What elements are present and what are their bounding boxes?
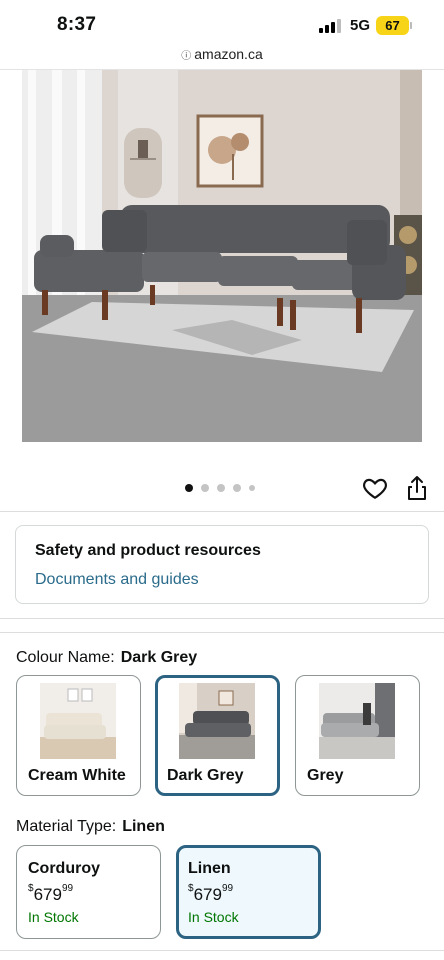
carousel-dot[interactable] bbox=[201, 484, 209, 492]
material-label: Material Type: Linen bbox=[16, 818, 165, 836]
colour-option-label: Dark Grey bbox=[167, 767, 244, 784]
wishlist-heart-icon[interactable] bbox=[362, 475, 388, 501]
divider bbox=[0, 950, 444, 951]
price-whole: 679 bbox=[33, 885, 62, 904]
battery-tip bbox=[410, 22, 412, 29]
colour-option-label: Cream White bbox=[28, 767, 126, 784]
carousel-dot[interactable] bbox=[233, 484, 241, 492]
divider bbox=[0, 511, 444, 512]
material-selected-value: Linen bbox=[122, 818, 165, 835]
status-bar: 8:37 5G 67 bbox=[0, 0, 444, 44]
signal-icon bbox=[319, 19, 341, 33]
material-option-corduroy[interactable]: Corduroy $67999 In Stock bbox=[16, 845, 161, 939]
url-text: amazon.ca bbox=[194, 46, 263, 62]
material-option-label: Linen bbox=[188, 860, 231, 877]
safety-resources-card: Safety and product resources Documents a… bbox=[15, 525, 429, 604]
price-currency: $ bbox=[28, 883, 34, 894]
share-icon[interactable] bbox=[405, 474, 429, 502]
sofa-photo bbox=[22, 70, 422, 442]
colour-option-cream-white[interactable]: Cream White bbox=[16, 675, 141, 796]
site-info-icon: ⓘ bbox=[181, 51, 192, 62]
status-time: 8:37 bbox=[57, 14, 97, 35]
colour-thumbnail bbox=[179, 683, 255, 759]
documents-guides-link[interactable]: Documents and guides bbox=[35, 571, 199, 589]
carousel-dot[interactable] bbox=[185, 484, 193, 492]
product-image[interactable] bbox=[22, 70, 422, 442]
sofa-fill bbox=[321, 723, 379, 737]
colour-selected-value: Dark Grey bbox=[120, 649, 198, 666]
price-currency: $ bbox=[188, 883, 194, 894]
carousel-dots[interactable] bbox=[185, 483, 255, 493]
material-option-price: $67999 bbox=[28, 883, 74, 905]
price-whole: 679 bbox=[193, 885, 222, 904]
material-option-linen[interactable]: Linen $67999 In Stock bbox=[176, 845, 321, 939]
colour-thumbnail bbox=[319, 683, 395, 759]
network-type: 5G bbox=[350, 17, 371, 34]
material-label-text: Material Type: bbox=[16, 818, 117, 835]
carousel-dot[interactable] bbox=[217, 484, 225, 492]
colour-label: Colour Name: Dark Grey bbox=[16, 649, 197, 667]
battery-icon: 67 bbox=[376, 16, 409, 35]
price-fraction: 99 bbox=[221, 883, 234, 894]
carousel-dot[interactable] bbox=[249, 485, 255, 491]
stock-status: In Stock bbox=[28, 909, 79, 925]
material-option-label: Corduroy bbox=[28, 860, 100, 877]
sofa-fill bbox=[185, 723, 251, 737]
colour-option-dark-grey[interactable]: Dark Grey bbox=[155, 675, 280, 796]
colour-label-text: Colour Name: bbox=[16, 649, 115, 666]
price-fraction: 99 bbox=[61, 883, 74, 894]
divider bbox=[0, 618, 444, 619]
sofa-fill bbox=[44, 725, 106, 739]
material-option-price: $67999 bbox=[188, 883, 234, 905]
divider bbox=[0, 632, 444, 633]
colour-option-grey[interactable]: Grey bbox=[295, 675, 420, 796]
safety-title: Safety and product resources bbox=[35, 542, 261, 559]
stock-status: In Stock bbox=[188, 909, 239, 925]
colour-option-label: Grey bbox=[307, 767, 344, 784]
colour-thumbnail bbox=[40, 683, 116, 759]
url-bar[interactable]: ⓘ amazon.ca bbox=[0, 46, 444, 62]
